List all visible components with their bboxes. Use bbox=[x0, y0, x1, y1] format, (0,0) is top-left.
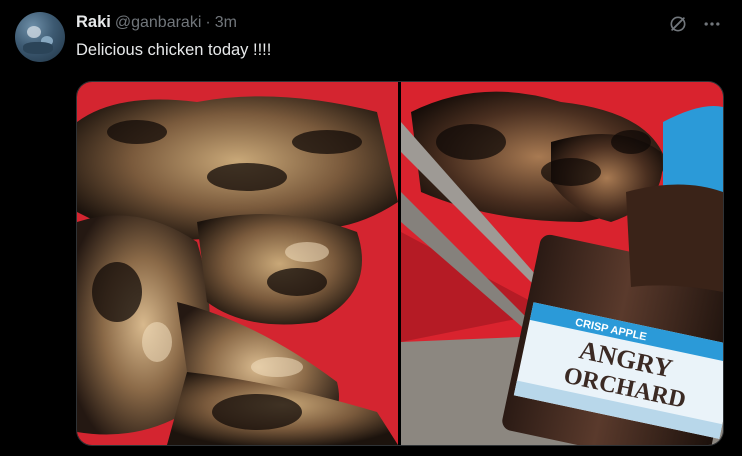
avatar-art bbox=[27, 26, 41, 38]
separator-dot: · bbox=[205, 14, 211, 31]
grok-icon bbox=[670, 16, 686, 32]
grok-button[interactable] bbox=[664, 10, 692, 38]
avatar-art bbox=[23, 42, 53, 54]
media-photo-chicken-and-drink[interactable]: CRISP APPLE ANGRY ORCHARD bbox=[401, 82, 723, 445]
more-options-icon bbox=[704, 22, 720, 26]
author-name[interactable]: Raki bbox=[76, 13, 111, 32]
author-handle[interactable]: @ganbaraki bbox=[115, 14, 202, 32]
tweet-timestamp[interactable]: 3m bbox=[215, 14, 237, 32]
more-options-button[interactable] bbox=[698, 10, 726, 38]
tweet-header: Raki @ganbaraki · 3m bbox=[76, 13, 237, 32]
media-photo-grilled-chicken[interactable] bbox=[77, 82, 398, 445]
tweet-media-grid: CRISP APPLE ANGRY ORCHARD bbox=[76, 81, 724, 446]
chicken-and-drink-image: CRISP APPLE ANGRY ORCHARD bbox=[401, 82, 723, 445]
author-avatar[interactable] bbox=[15, 12, 65, 62]
grilled-chicken-image bbox=[77, 82, 398, 445]
tweet-text: Delicious chicken today !!!! bbox=[76, 41, 272, 59]
